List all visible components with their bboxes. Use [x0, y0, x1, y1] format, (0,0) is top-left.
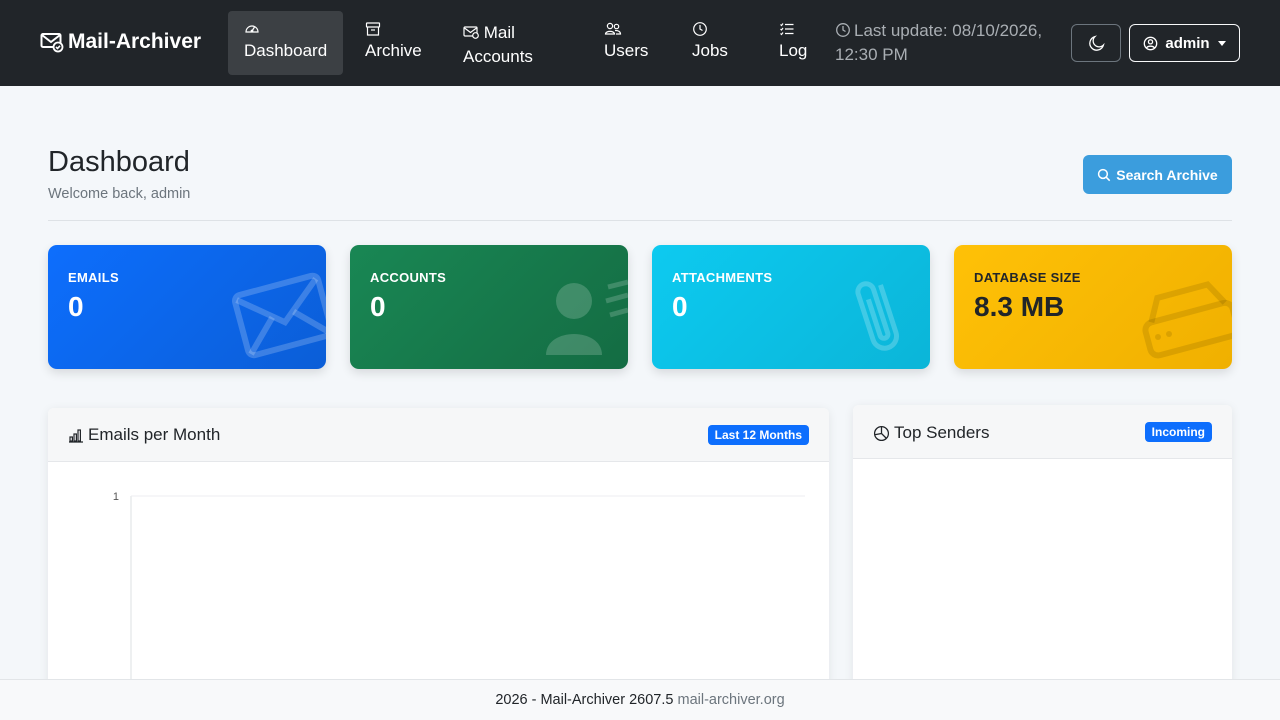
- nav-jobs[interactable]: Jobs: [676, 11, 746, 75]
- search-archive-button[interactable]: Search Archive: [1083, 155, 1232, 194]
- footer-link[interactable]: mail-archiver.org: [677, 692, 784, 708]
- moon-icon: [1088, 34, 1105, 51]
- panel-title: Top Senders: [873, 423, 989, 443]
- clock-icon: [836, 23, 850, 37]
- nav-label: Dashboard: [244, 41, 328, 60]
- stat-card-attachments: ATTACHMENTS 0: [652, 245, 930, 369]
- nav-log[interactable]: Log: [763, 11, 825, 75]
- stat-value: 8.3 MB: [974, 291, 1065, 322]
- stat-value: 0: [672, 291, 688, 322]
- list-check-icon: [779, 21, 809, 37]
- speedometer-icon: [244, 21, 327, 37]
- top-navbar: Mail-Archiver Dashboard Archive Mail Acc…: [0, 0, 1280, 86]
- nav-label-line1: Mail: [463, 21, 546, 45]
- nav-label: Jobs: [692, 41, 728, 60]
- page-title: Dashboard: [48, 146, 190, 178]
- person-circle-icon: [1144, 36, 1158, 50]
- pie-chart-icon: [873, 425, 890, 441]
- stat-label: ATTACHMENTS: [672, 270, 773, 285]
- footer: 2026 - Mail-Archiver 2607.5 mail-archive…: [0, 679, 1280, 720]
- search-icon: [1098, 168, 1111, 181]
- nav-label: Archive: [365, 41, 422, 60]
- nav-archive[interactable]: Archive: [349, 11, 439, 75]
- panel-header: Top Senders Incoming: [853, 405, 1232, 459]
- panel-title: Emails per Month: [68, 425, 220, 445]
- nav-label: Log: [779, 41, 808, 60]
- last-update-status: Last update: 08/10/2026, 12:30 PM: [835, 21, 1043, 64]
- mail-accounts-icon: [463, 26, 479, 39]
- person-lines-icon: [546, 279, 628, 355]
- theme-toggle-button[interactable]: [1071, 24, 1121, 62]
- footer-text: 2026 - Mail-Archiver 2607.5: [495, 692, 674, 708]
- hdd-icon: [1142, 281, 1232, 359]
- nav-label: Users: [604, 41, 649, 60]
- divider: [48, 220, 1232, 221]
- brand-logo[interactable]: Mail-Archiver: [40, 30, 201, 54]
- stat-value: 0: [68, 291, 84, 322]
- nav-mail-accounts[interactable]: Mail Accounts: [447, 11, 562, 75]
- user-menu-label: admin: [1165, 34, 1210, 52]
- caret-down-icon: [1217, 40, 1226, 46]
- bar-chart-icon: [69, 429, 83, 443]
- period-badge: Last 12 Months: [707, 425, 809, 445]
- stat-label: DATABASE SIZE: [974, 270, 1081, 285]
- stat-card-accounts: ACCOUNTS 0: [350, 245, 628, 369]
- emails-per-month-panel: Emails per Month Last 12 Months 1: [48, 408, 829, 698]
- user-menu-button[interactable]: admin: [1129, 24, 1240, 62]
- clock-icon: [692, 21, 730, 37]
- panel-header: Emails per Month Last 12 Months: [48, 408, 829, 462]
- stat-card-emails: EMAILS 0: [48, 245, 326, 369]
- top-senders-panel: Top Senders Incoming: [853, 405, 1232, 695]
- archive-box-icon: [365, 21, 423, 37]
- paperclip-icon: [855, 281, 899, 351]
- nav-users[interactable]: Users: [588, 11, 666, 75]
- stat-label: ACCOUNTS: [370, 270, 447, 285]
- stat-label: EMAILS: [68, 270, 119, 285]
- brand-name: Mail-Archiver: [68, 30, 202, 53]
- users-icon: [604, 21, 650, 37]
- nav-dashboard[interactable]: Dashboard: [228, 11, 343, 75]
- page-subtitle: Welcome back, admin: [48, 186, 191, 202]
- stat-card-database-size: DATABASE SIZE 8.3 MB: [954, 245, 1232, 369]
- y-tick-label: 1: [113, 491, 119, 503]
- envelope-check-icon: [40, 33, 64, 53]
- nav-label-line2: Accounts: [463, 47, 533, 66]
- envelope-icon: [231, 272, 326, 359]
- emails-chart: 1: [113, 491, 805, 698]
- stat-value: 0: [370, 291, 386, 322]
- direction-badge: Incoming: [1144, 422, 1212, 442]
